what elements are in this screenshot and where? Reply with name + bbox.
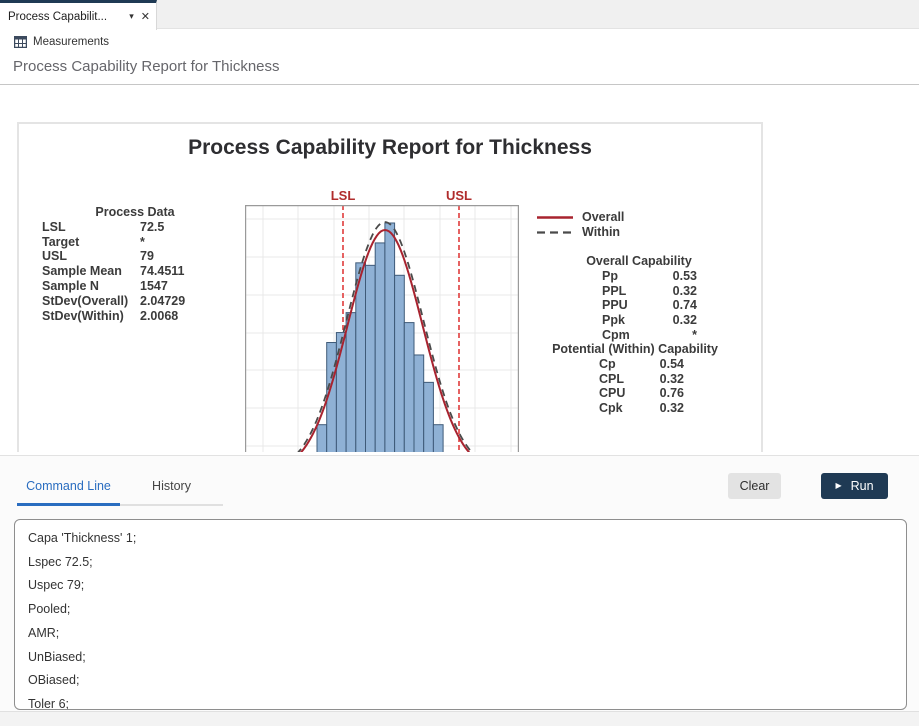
- chevron-down-icon[interactable]: ▾: [129, 11, 134, 22]
- command-panel-tabs: Command Line History: [17, 471, 223, 506]
- stat-row: Sample N1547: [42, 279, 242, 294]
- chart-legend: Overall Within: [537, 210, 624, 240]
- stat-row: Ppk0.32: [602, 313, 697, 328]
- overall-capability-block: Overall Capability Pp0.53 PPL0.32 PPU0.7…: [559, 254, 719, 343]
- usl-label: USL: [446, 188, 472, 203]
- chart-title: Process Capability Report for Thickness: [19, 136, 761, 160]
- process-data-block: Process Data LSL72.5 Target* USL79 Sampl…: [42, 205, 242, 323]
- stat-row: USL79: [42, 249, 242, 264]
- command-line-text[interactable]: Lspec 72.5;: [28, 551, 893, 575]
- command-panel: Command Line History Clear ▶ Run Capa 'T…: [0, 455, 919, 726]
- command-line-text[interactable]: UnBiased;: [28, 646, 893, 670]
- command-line-text[interactable]: Toler 6;: [28, 693, 893, 710]
- command-line-text[interactable]: Pooled;: [28, 598, 893, 622]
- stat-row: CPL0.32: [599, 372, 684, 387]
- stat-row: CPU0.76: [599, 386, 684, 401]
- overall-capability-title: Overall Capability: [559, 254, 719, 269]
- stat-row: Cpk0.32: [599, 401, 684, 416]
- stat-row: StDev(Within)2.0068: [42, 309, 242, 324]
- stat-row: Cp0.54: [599, 357, 684, 372]
- document-tab-title: Process Capabilit...: [8, 11, 123, 23]
- lsl-label: LSL: [331, 188, 356, 203]
- within-capability-block: Potential (Within) Capability Cp0.54 CPL…: [530, 342, 740, 416]
- stat-row: PPU0.74: [602, 298, 697, 313]
- stat-row: Cpm*: [602, 328, 697, 343]
- worksheet-link[interactable]: Measurements: [14, 36, 109, 48]
- overall-line-swatch-icon: [537, 210, 573, 225]
- command-line-text[interactable]: OBiased;: [28, 669, 893, 693]
- table-grid-icon: [14, 36, 27, 48]
- run-button[interactable]: ▶ Run: [821, 473, 888, 499]
- command-line-text[interactable]: Uspec 79;: [28, 574, 893, 598]
- panel-footer: [0, 711, 919, 726]
- process-data-title: Process Data: [42, 205, 228, 220]
- document-tab[interactable]: Process Capabilit... ▾ ✕: [0, 0, 157, 30]
- stat-row: Pp0.53: [602, 269, 697, 284]
- tab-command-line[interactable]: Command Line: [17, 471, 120, 506]
- legend-item-overall: Overall: [537, 210, 624, 225]
- command-line-text[interactable]: AMR;: [28, 622, 893, 646]
- document-tab-strip: Process Capabilit... ▾ ✕: [0, 0, 919, 29]
- tab-history[interactable]: History: [120, 471, 223, 504]
- within-line-swatch-icon: [537, 225, 573, 240]
- worksheet-name: Measurements: [33, 36, 109, 48]
- stat-row: Target*: [42, 235, 242, 250]
- header-divider: [0, 84, 919, 85]
- legend-item-within: Within: [537, 225, 624, 240]
- page-title: Process Capability Report for Thickness: [13, 58, 280, 75]
- within-capability-title: Potential (Within) Capability: [530, 342, 740, 357]
- close-icon[interactable]: ✕: [141, 10, 150, 23]
- play-icon: ▶: [835, 482, 841, 490]
- command-line-text[interactable]: Capa 'Thickness' 1;: [28, 527, 893, 551]
- stat-row: PPL0.32: [602, 284, 697, 299]
- stat-row: StDev(Overall)2.04729: [42, 294, 242, 309]
- stat-row: LSL72.5: [42, 220, 242, 235]
- capability-report-card[interactable]: Process Capability Report for Thickness …: [17, 122, 763, 452]
- clear-button[interactable]: Clear: [728, 473, 781, 499]
- stat-row: Sample Mean74.4511: [42, 264, 242, 279]
- command-input-area[interactable]: Capa 'Thickness' 1; Lspec 72.5; Uspec 79…: [14, 519, 907, 710]
- capability-histogram-svg: [245, 205, 519, 452]
